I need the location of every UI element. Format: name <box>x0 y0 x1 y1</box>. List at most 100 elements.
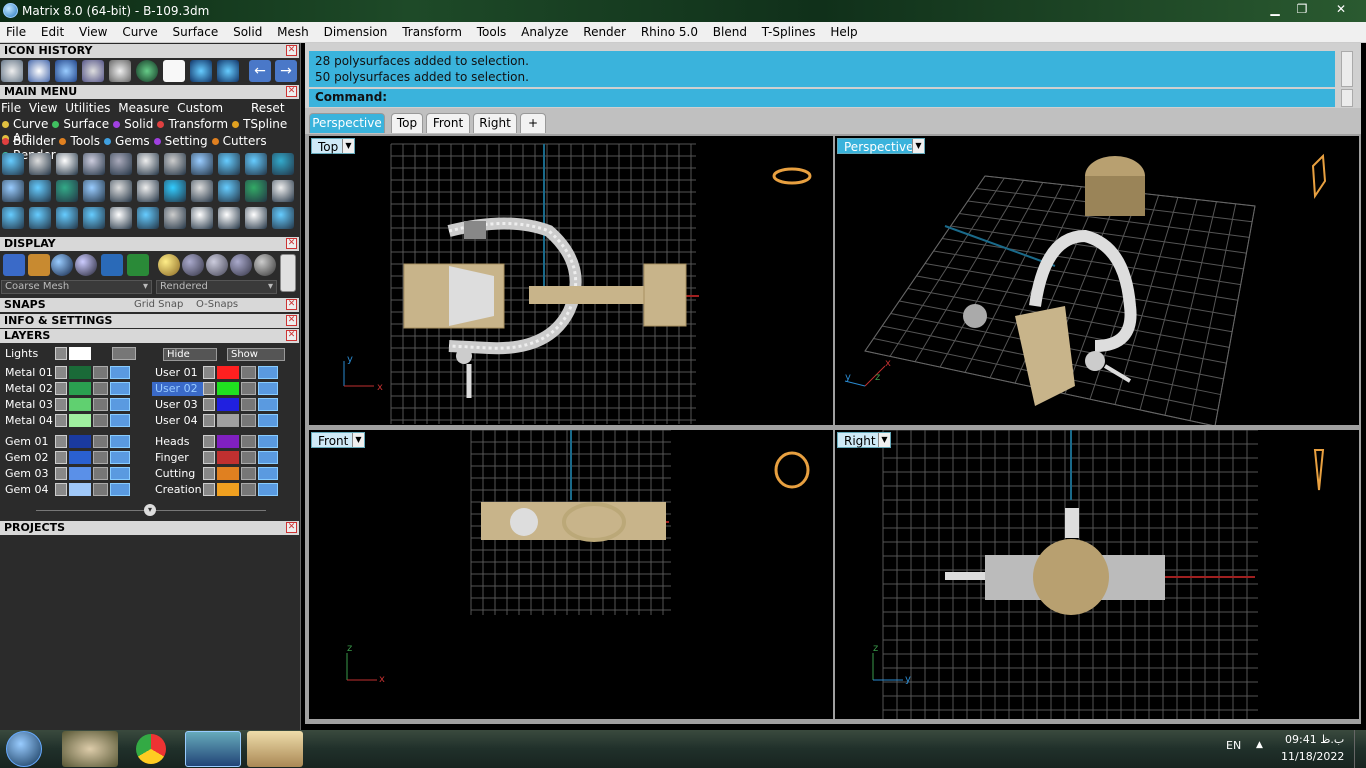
lock-icon[interactable] <box>241 398 256 411</box>
visibility-toggle[interactable] <box>258 382 278 395</box>
paint-app-icon[interactable] <box>62 731 118 767</box>
layer-color-swatch[interactable] <box>69 382 91 395</box>
pattern-tool-icon[interactable] <box>56 180 78 202</box>
circle-tool-icon[interactable] <box>272 207 294 229</box>
tray-chevron-icon[interactable]: ▲ <box>1256 740 1263 750</box>
menu-curve[interactable]: Curve <box>116 22 162 39</box>
command-line[interactable]: Command: <box>309 89 1335 107</box>
mm-custom[interactable]: Custom <box>177 101 223 115</box>
expand-icon[interactable] <box>203 366 215 379</box>
lock-icon[interactable] <box>241 483 256 496</box>
menu-view[interactable]: View <box>73 22 112 39</box>
clock-time[interactable]: 09:41 ب.ظ <box>1285 733 1344 746</box>
move-icon[interactable] <box>110 207 132 229</box>
mm-measure[interactable]: Measure <box>118 101 169 115</box>
viewport-front[interactable]: Front ▼ z x <box>309 430 833 719</box>
lock-icon[interactable] <box>93 366 108 379</box>
halo-tool-icon[interactable] <box>218 180 240 202</box>
visibility-toggle[interactable] <box>110 467 130 480</box>
expand-icon[interactable] <box>55 382 67 395</box>
tab-perspective[interactable]: Perspective <box>309 113 385 133</box>
menu-analyze[interactable]: Analyze <box>515 22 573 39</box>
expand-icon[interactable] <box>203 451 215 464</box>
layer-row[interactable]: Metal 04 <box>2 414 142 430</box>
category-transform[interactable]: Transform <box>157 117 228 131</box>
expand-icon[interactable] <box>203 398 215 411</box>
matrix-app-icon[interactable] <box>185 731 241 767</box>
gems-icon[interactable] <box>82 60 104 82</box>
menu-tools[interactable]: Tools <box>471 22 512 39</box>
viewport-front-label[interactable]: Front ▼ <box>311 432 365 448</box>
expand-icon[interactable] <box>55 451 67 464</box>
command-history-scrollbar[interactable] <box>1341 51 1353 87</box>
layer-row[interactable]: Gem 03 <box>2 467 142 483</box>
polysurface-icon[interactable] <box>1 60 23 82</box>
mm-reset[interactable]: Reset <box>251 101 285 115</box>
viewport-top[interactable]: Top ▼ y x <box>309 136 833 425</box>
mm-view[interactable]: View <box>29 101 57 115</box>
environment-icon[interactable] <box>101 254 123 276</box>
maximize-button[interactable]: ❐ <box>1289 1 1315 19</box>
layer-color-swatch[interactable] <box>69 398 91 411</box>
category-cutters[interactable]: Cutters <box>211 134 267 148</box>
select-icon[interactable] <box>28 60 50 82</box>
expand-icon[interactable] <box>55 398 67 411</box>
layer-color-swatch[interactable] <box>69 414 91 427</box>
projects-header[interactable]: PROJECTS ✕ <box>0 521 299 535</box>
lock-icon[interactable] <box>241 366 256 379</box>
expand-panel-icon[interactable]: ▾ <box>144 504 156 516</box>
mm-file[interactable]: File <box>1 101 21 115</box>
twist-tool-icon[interactable] <box>29 180 51 202</box>
lights-toggle[interactable] <box>112 347 136 360</box>
lights-color-swatch[interactable] <box>69 347 91 360</box>
layer-row[interactable]: User 03 <box>152 398 292 414</box>
category-builder[interactable]: Builder <box>2 134 55 148</box>
expand-icon[interactable] <box>203 467 215 480</box>
visibility-toggle[interactable] <box>258 414 278 427</box>
report-tool-icon[interactable] <box>272 180 294 202</box>
lock-icon[interactable] <box>241 414 256 427</box>
visibility-toggle[interactable] <box>110 435 130 448</box>
profile-tool-icon[interactable] <box>191 180 213 202</box>
lock-icon[interactable] <box>93 382 108 395</box>
category-setting[interactable]: Setting <box>153 134 208 148</box>
material-sphere-icon[interactable] <box>206 254 228 276</box>
menu-help[interactable]: Help <box>824 22 862 39</box>
layer-color-swatch[interactable] <box>217 382 239 395</box>
close-icon[interactable]: ✕ <box>286 86 297 97</box>
render-icon[interactable] <box>136 60 158 82</box>
layer-color-swatch[interactable] <box>217 366 239 379</box>
chevron-down-icon[interactable]: ▼ <box>352 433 364 447</box>
close-icon[interactable]: ✕ <box>286 299 297 310</box>
gem-tool-icon[interactable] <box>2 153 24 175</box>
clear-material-icon[interactable] <box>254 254 276 276</box>
layer-row[interactable]: Gem 01 <box>2 435 142 451</box>
visibility-toggle[interactable] <box>110 398 130 411</box>
lock-icon[interactable] <box>93 483 108 496</box>
language-indicator[interactable]: EN <box>1226 739 1241 752</box>
hide-button[interactable]: Hide <box>163 348 217 361</box>
bezel-tool-icon[interactable] <box>218 153 240 175</box>
layer-row[interactable]: Metal 01 <box>2 366 142 382</box>
expand-icon[interactable] <box>55 483 67 496</box>
visibility-toggle[interactable] <box>110 414 130 427</box>
chevron-down-icon[interactable]: ▼ <box>878 433 890 447</box>
cut-tool-icon[interactable] <box>245 207 267 229</box>
layer-row[interactable]: Cutting <box>152 467 292 483</box>
split-tool-icon[interactable] <box>218 207 240 229</box>
category-tools[interactable]: Tools <box>59 134 100 148</box>
category-surface[interactable]: Surface <box>52 117 109 131</box>
scale-icon[interactable] <box>137 207 159 229</box>
curve-tool-icon[interactable] <box>55 60 77 82</box>
tab-front[interactable]: Front <box>426 113 470 133</box>
layer-color-swatch[interactable] <box>69 366 91 379</box>
scale-icon[interactable] <box>109 60 131 82</box>
expand-icon[interactable] <box>203 435 215 448</box>
expand-icon[interactable] <box>203 414 215 427</box>
ring-wizard-icon[interactable] <box>190 60 212 82</box>
material-sphere-icon[interactable] <box>230 254 252 276</box>
viewport-perspective-label[interactable]: Perspective ▼ <box>837 138 925 154</box>
prong-tool-icon[interactable] <box>110 153 132 175</box>
bail-tool-icon[interactable] <box>29 153 51 175</box>
layer-row[interactable]: Gem 04 <box>2 483 142 499</box>
